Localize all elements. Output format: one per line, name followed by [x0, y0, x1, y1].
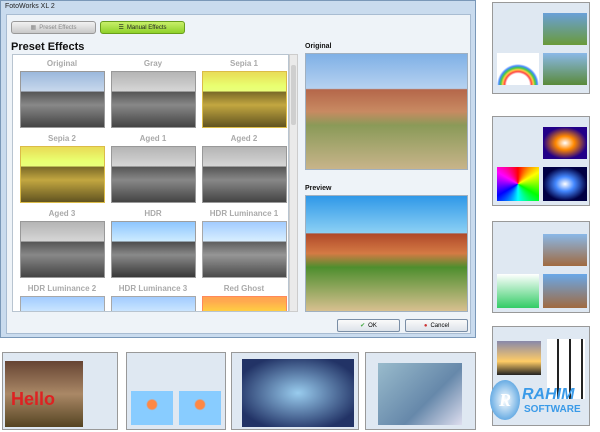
- watermark-line1: RAHIM: [522, 386, 575, 403]
- cancel-button[interactable]: ● Cancel: [405, 319, 468, 332]
- effect-label: Original: [46, 59, 78, 68]
- screenshot-thumbnail: [231, 352, 359, 430]
- watermark-logo: R RAHIM SOFTWARE: [490, 372, 598, 430]
- effect-cell[interactable]: Red Ghost: [199, 284, 288, 311]
- cancel-label: Cancel: [430, 322, 450, 329]
- effect-cell[interactable]: Aged 1: [108, 134, 198, 203]
- effect-label: Aged 1: [139, 134, 167, 143]
- app-window: FotoWorks XL 2 ▦ Preset Effects ☰ Manual E…: [0, 0, 476, 338]
- effect-label: HDR: [144, 209, 162, 218]
- effect-thumbnail[interactable]: [110, 221, 196, 278]
- effect-thumbnail[interactable]: [19, 221, 105, 278]
- effect-label: Aged 3: [48, 209, 76, 218]
- scrollbar[interactable]: [289, 54, 298, 312]
- effect-label: HDR Luminance 3: [118, 284, 188, 293]
- effect-thumbnail[interactable]: [19, 296, 105, 311]
- effect-thumbnail[interactable]: [110, 296, 196, 311]
- tab-label: Manual Effects: [126, 24, 167, 31]
- preset-effects-heading: Preset Effects: [11, 41, 85, 53]
- effect-thumbnail[interactable]: [19, 146, 105, 203]
- effect-cell[interactable]: Sepia 2: [17, 134, 107, 203]
- original-label: Original: [305, 43, 332, 50]
- check-icon: ✔: [360, 323, 366, 329]
- effect-cell[interactable]: HDR Luminance 1: [199, 209, 288, 278]
- client-area: ▦ Preset Effects ☰ Manual Effects Preset E…: [6, 14, 471, 334]
- hello-text: Hello: [11, 389, 56, 409]
- screenshot-thumbnail: [126, 352, 226, 430]
- effect-thumbnail[interactable]: [201, 296, 287, 311]
- effect-cell[interactable]: HDR Luminance 3: [108, 284, 198, 311]
- effect-cell[interactable]: Sepia 1: [199, 59, 288, 128]
- ok-button[interactable]: ✔ OK: [337, 319, 400, 332]
- effect-cell[interactable]: Aged 3: [17, 209, 107, 278]
- window-title: FotoWorks XL 2: [5, 3, 55, 10]
- effect-thumbnail[interactable]: [201, 146, 287, 203]
- cancel-icon: ●: [423, 322, 428, 329]
- scrollbar-thumb[interactable]: [291, 65, 296, 125]
- screenshot-thumbnail: [492, 221, 590, 313]
- effect-label: Red Ghost: [223, 284, 265, 293]
- effect-label: Sepia 2: [47, 134, 76, 143]
- effect-thumbnail[interactable]: [201, 71, 287, 128]
- sliders-icon: ☰: [118, 25, 124, 31]
- effects-grid: Original Gray Sepia 1 Sepia 2 Aged 1 Aged 2 Ag…: [12, 54, 289, 312]
- effect-cell[interactable]: Gray: [108, 59, 198, 128]
- watermark-line2: SOFTWARE: [524, 404, 581, 415]
- screenshot-thumbnail: [492, 2, 590, 94]
- effect-thumbnail[interactable]: [110, 71, 196, 128]
- effect-cell[interactable]: HDR: [108, 209, 198, 278]
- tab-preset-effects[interactable]: ▦ Preset Effects: [11, 21, 96, 34]
- tab-manual-effects[interactable]: ☰ Manual Effects: [100, 21, 185, 34]
- effect-label: Sepia 1: [229, 59, 258, 68]
- effect-cell[interactable]: Original: [17, 59, 107, 128]
- original-image: [305, 53, 468, 170]
- effect-thumbnail[interactable]: [201, 221, 287, 278]
- effect-label: Gray: [143, 59, 163, 68]
- effect-label: HDR Luminance 2: [27, 284, 97, 293]
- effect-thumbnail[interactable]: [110, 146, 196, 203]
- effect-label: HDR Luminance 1: [209, 209, 279, 218]
- effect-cell[interactable]: Aged 2: [199, 134, 288, 203]
- effect-thumbnail[interactable]: [19, 71, 105, 128]
- ok-label: OK: [368, 322, 377, 329]
- screenshot-thumbnail: [492, 116, 590, 206]
- preview-label: Preview: [305, 185, 332, 192]
- grid-icon: ▦: [30, 25, 37, 31]
- screenshot-thumbnail: Hello: [2, 352, 118, 430]
- screenshot-thumbnail: [365, 352, 476, 430]
- preview-image: [305, 195, 468, 312]
- tab-label: Preset Effects: [39, 24, 77, 31]
- effect-label: Aged 2: [230, 134, 258, 143]
- effect-cell[interactable]: HDR Luminance 2: [17, 284, 107, 311]
